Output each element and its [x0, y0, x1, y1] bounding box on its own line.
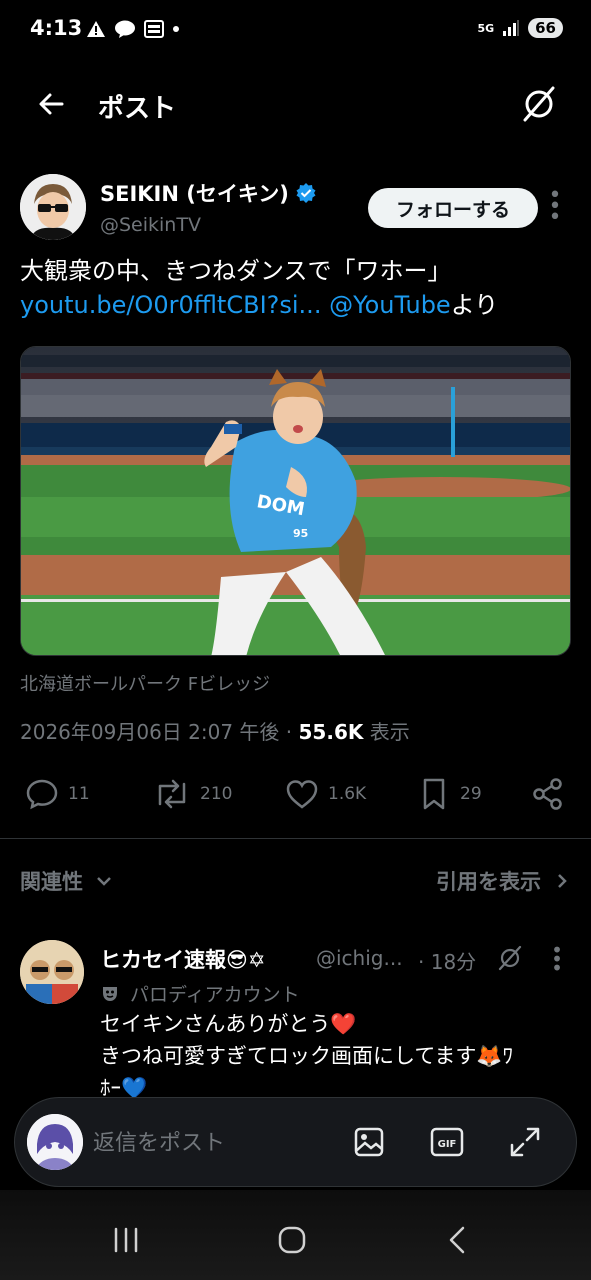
sort-relevance-dropdown[interactable]: 関連性 — [20, 866, 113, 896]
share-icon — [533, 778, 562, 810]
post-location[interactable]: 北海道ボールパーク Fビレッジ — [20, 670, 270, 696]
bookmark-button[interactable]: 29 — [416, 774, 482, 814]
grok-icon — [523, 86, 555, 122]
reply-more-button[interactable]: • • • — [550, 940, 564, 978]
image-button[interactable] — [351, 1124, 387, 1160]
back-button[interactable] — [32, 84, 72, 124]
gif-button[interactable]: GIF — [429, 1124, 465, 1160]
recent-apps-icon — [114, 1227, 138, 1253]
chevron-right-icon — [558, 874, 567, 888]
repost-count: 210 — [200, 784, 233, 804]
post-meta: 2026年09月06日 2:07 午後 · 55.6K 表示 — [20, 720, 410, 744]
gif-icon: GIF — [430, 1127, 464, 1157]
reply-sort-bar: 関連性 引用を表示 — [20, 862, 571, 902]
home-button[interactable] — [272, 1220, 312, 1260]
network-label: 5G — [477, 21, 495, 35]
my-avatar[interactable] — [27, 1114, 83, 1170]
app-notification-icon — [144, 20, 164, 38]
mention-link[interactable]: @YouTube — [329, 291, 451, 319]
recent-apps-button[interactable] — [106, 1220, 146, 1260]
author-avatar[interactable] — [20, 174, 86, 240]
warning-icon — [87, 21, 105, 37]
reply-text: セイキンさんありがとう❤️ きつね可愛すぎてロック画面にしてます🦊ﾜ ﾎｰ💙 — [100, 1012, 513, 1100]
reply-count: 11 — [68, 784, 90, 804]
verified-badge-icon — [296, 183, 316, 203]
repost-icon — [158, 779, 186, 809]
expand-button[interactable] — [507, 1124, 543, 1160]
top-bar: ポスト — [0, 78, 591, 130]
share-button[interactable] — [530, 774, 566, 814]
more-options-button[interactable]: • • • — [548, 185, 562, 229]
signal-icon — [503, 20, 520, 36]
reply-item[interactable]: ヒカセイ速報😎✡ @ichig... · 18分 • • • パロディアカウント セ… — [20, 940, 571, 1100]
page-title: ポスト — [98, 94, 177, 124]
battery-indicator: 66 — [528, 18, 563, 38]
bookmark-count: 29 — [460, 784, 482, 804]
image-icon — [354, 1127, 384, 1157]
post-media-image[interactable]: DOM 95 — [20, 346, 571, 656]
reply-button[interactable]: 11 — [24, 774, 90, 814]
chevron-down-icon — [97, 877, 111, 886]
author-name[interactable]: SEIKIN (セイキン) — [100, 178, 317, 208]
line-app-icon — [115, 20, 135, 38]
views-count: 55.6K — [298, 720, 364, 744]
home-icon — [278, 1226, 306, 1254]
reply-author-handle[interactable]: @ichig... — [316, 946, 403, 970]
system-back-button[interactable] — [438, 1220, 478, 1260]
post-text: 大観衆の中、きつねダンスで「ワホー」 youtu.be/O0r0ffltCBI?… — [20, 257, 499, 319]
parody-label: パロディアカウント — [100, 980, 300, 1007]
dot-icon — [173, 26, 179, 32]
views-label: 表示 — [369, 720, 410, 744]
reply-time: · 18分 — [418, 950, 477, 974]
grok-icon — [498, 945, 522, 971]
post-author: SEIKIN (セイキン) @SeikinTV フォローする • • • — [20, 172, 570, 244]
comment-icon — [26, 779, 58, 810]
repost-button[interactable]: 210 — [152, 774, 232, 814]
author-handle[interactable]: @SeikinTV — [100, 214, 201, 236]
heart-icon — [286, 780, 318, 809]
reply-avatar[interactable] — [20, 940, 84, 1004]
reply-author-name[interactable]: ヒカセイ速報😎✡ — [100, 944, 266, 974]
bookmark-icon — [423, 778, 445, 810]
arrow-left-icon — [39, 93, 64, 115]
post-datetime: 2026年09月06日 2:07 午後 — [20, 720, 280, 744]
status-time: 4:13 — [30, 16, 83, 40]
view-quotes-link[interactable]: 引用を表示 — [436, 866, 571, 896]
divider — [0, 838, 591, 839]
theater-mask-icon — [103, 986, 117, 1001]
status-bar: 4:13 5G 66 — [0, 0, 591, 60]
post-link[interactable]: youtu.be/O0r0ffltCBI?si... — [20, 291, 321, 319]
system-nav-bar — [0, 1190, 591, 1280]
grok-button[interactable] — [517, 82, 561, 126]
like-button[interactable]: 1.6K — [284, 774, 366, 814]
expand-icon — [510, 1127, 540, 1157]
reply-compose-bar: GIF — [14, 1097, 577, 1187]
post-actions: 11 210 1.6K 29 — [20, 774, 571, 814]
like-count: 1.6K — [328, 784, 367, 804]
jersey-number: 95 — [293, 527, 308, 540]
reply-input[interactable] — [93, 1126, 333, 1160]
follow-button[interactable]: フォローする — [368, 188, 538, 228]
svg-text:GIF: GIF — [438, 1139, 457, 1150]
reply-grok-button[interactable] — [496, 944, 524, 972]
chevron-left-icon — [449, 1226, 465, 1254]
